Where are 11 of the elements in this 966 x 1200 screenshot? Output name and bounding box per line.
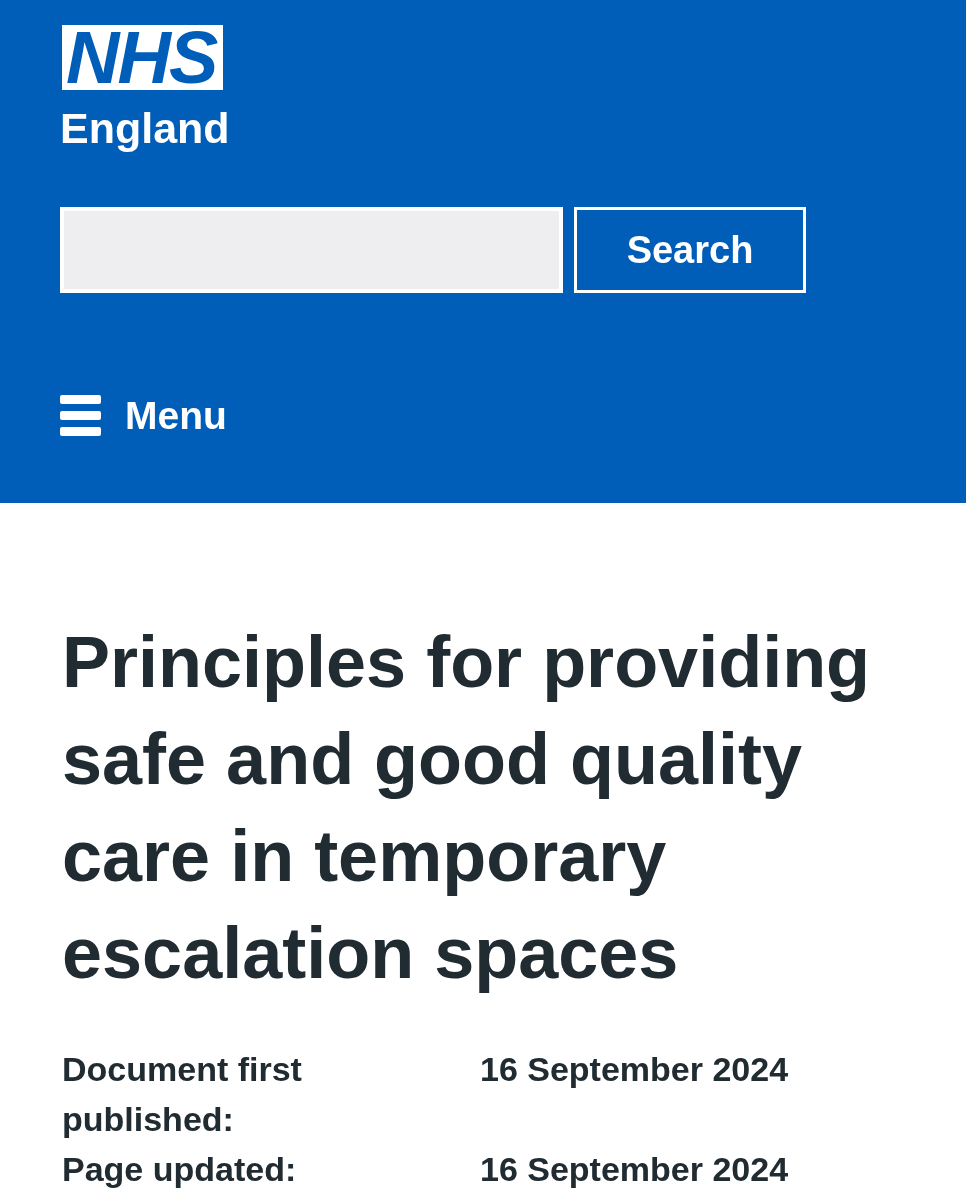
meta-label: Page updated:: [62, 1149, 298, 1190]
menu-icon: [60, 395, 101, 436]
meta-value: 16 September 2024: [480, 1149, 790, 1190]
page-title: Principles for providing safe and good quality care in temporary escalation spaces: [62, 621, 872, 995]
meta-value: 16 September 2024: [480, 1049, 790, 1090]
logo-mark[interactable]: NHS: [62, 25, 224, 90]
search-field[interactable]: [60, 207, 563, 293]
menu-button[interactable]: Menu: [60, 395, 227, 436]
logo-text[interactable]: England: [60, 107, 230, 150]
search-button[interactable]: Search: [574, 207, 806, 293]
meta-label: Document first published:: [62, 1049, 303, 1140]
